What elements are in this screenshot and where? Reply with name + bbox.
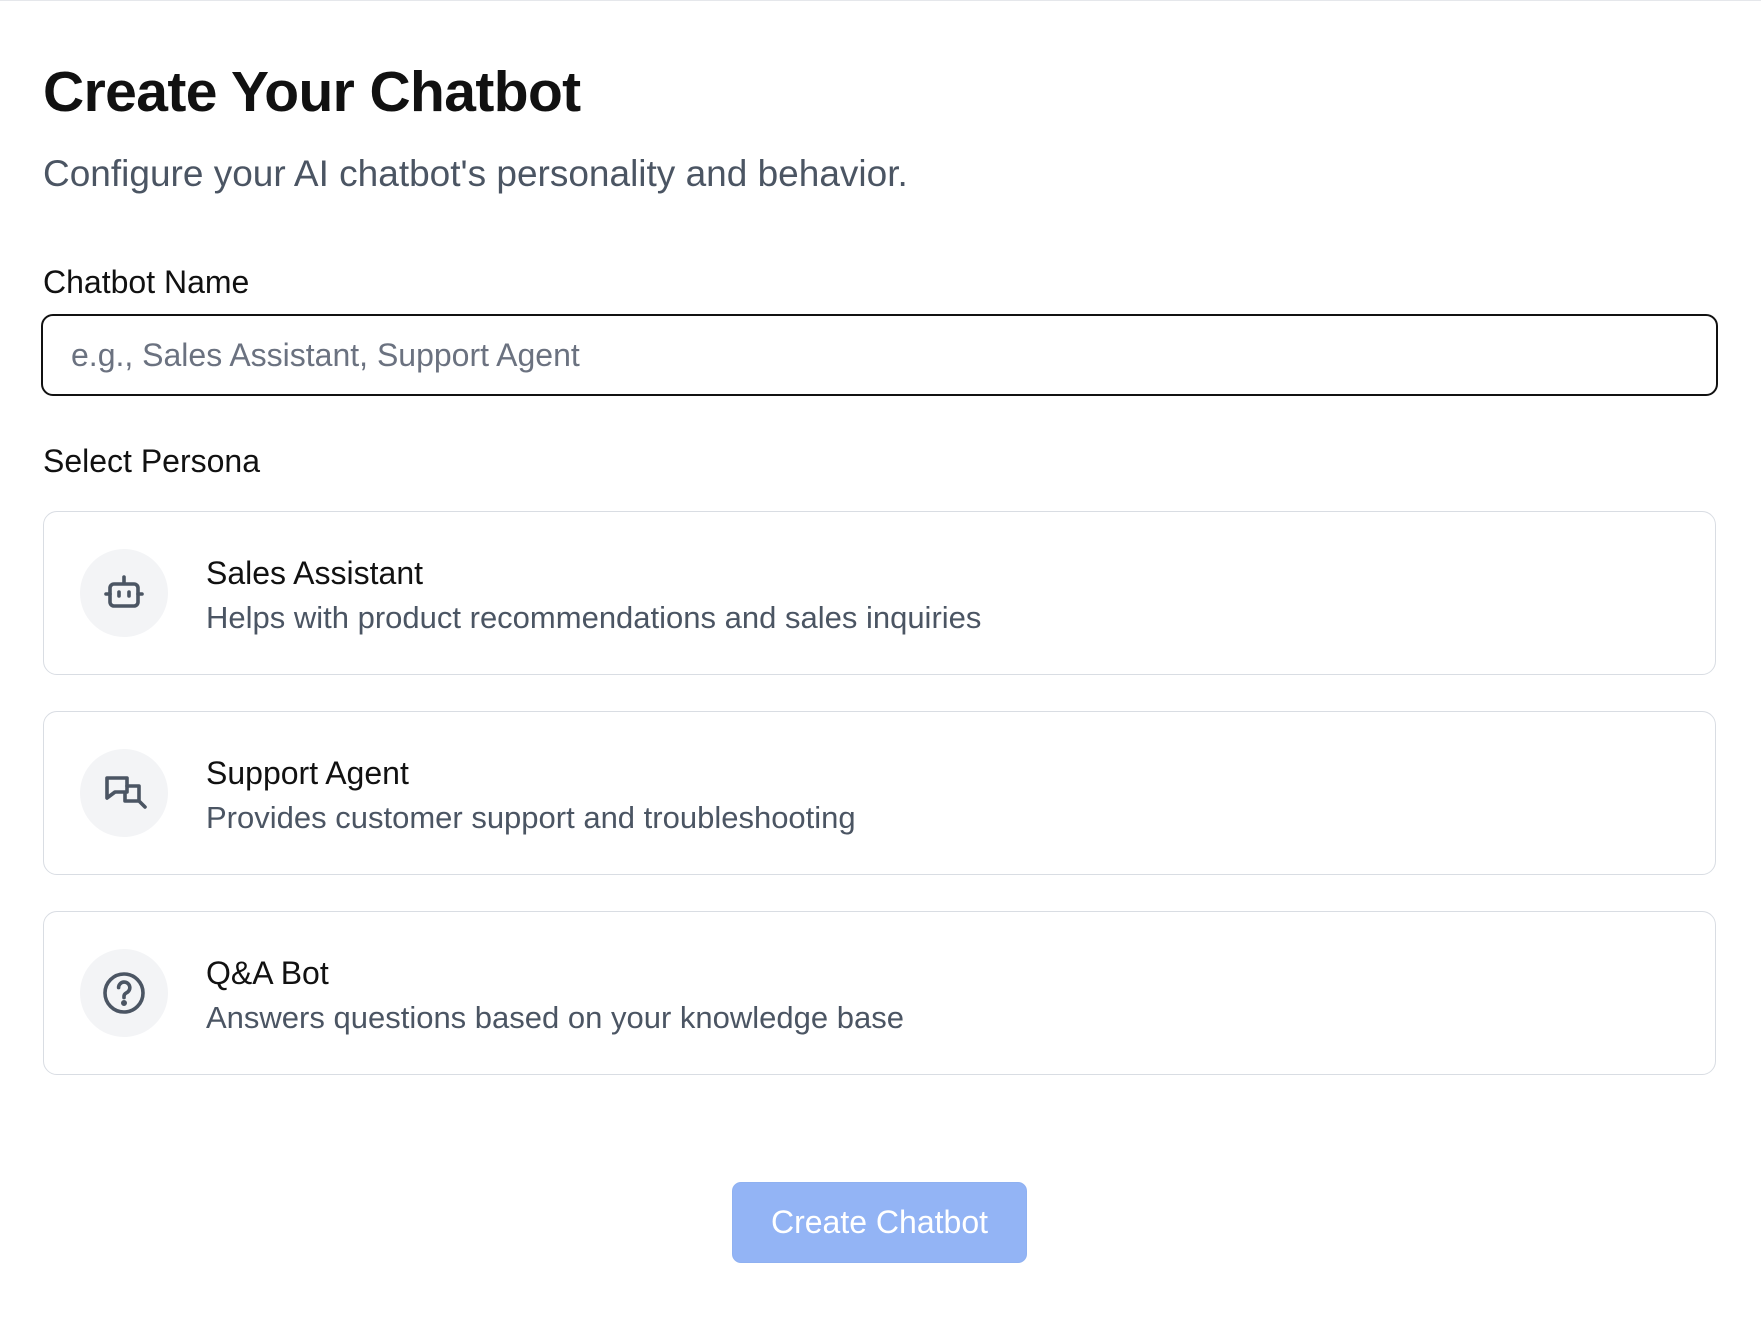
- persona-icon-container: [80, 749, 168, 837]
- chatbot-name-label: Chatbot Name: [43, 264, 250, 300]
- chat-bubbles-icon: [105, 776, 147, 809]
- persona-title: Sales Assistant: [206, 555, 423, 591]
- persona-title: Support Agent: [206, 755, 409, 791]
- question-circle-icon: [103, 972, 145, 1014]
- page-title: Create Your Chatbot: [43, 60, 581, 124]
- persona-description: Provides customer support and troublesho…: [206, 800, 856, 835]
- persona-icon-container: [80, 549, 168, 637]
- chatbot-name-input[interactable]: [41, 314, 1718, 396]
- page-subtitle: Configure your AI chatbot's personality …: [43, 153, 908, 194]
- persona-description: Answers questions based on your knowledg…: [206, 1000, 904, 1035]
- create-chatbot-button[interactable]: Create Chatbot: [732, 1182, 1027, 1263]
- persona-card-qa-bot[interactable]: Q&A Bot Answers questions based on your …: [43, 911, 1716, 1075]
- persona-description: Helps with product recommendations and s…: [206, 600, 982, 635]
- robot-icon: [104, 575, 144, 608]
- persona-title: Q&A Bot: [206, 955, 329, 991]
- persona-icon-container: [80, 949, 168, 1037]
- persona-card-support-agent[interactable]: Support Agent Provides customer support …: [43, 711, 1716, 875]
- create-chatbot-page: Create Your Chatbot Configure your AI ch…: [0, 0, 1761, 1318]
- select-persona-label: Select Persona: [43, 443, 261, 479]
- persona-card-sales-assistant[interactable]: Sales Assistant Helps with product recom…: [43, 511, 1716, 675]
